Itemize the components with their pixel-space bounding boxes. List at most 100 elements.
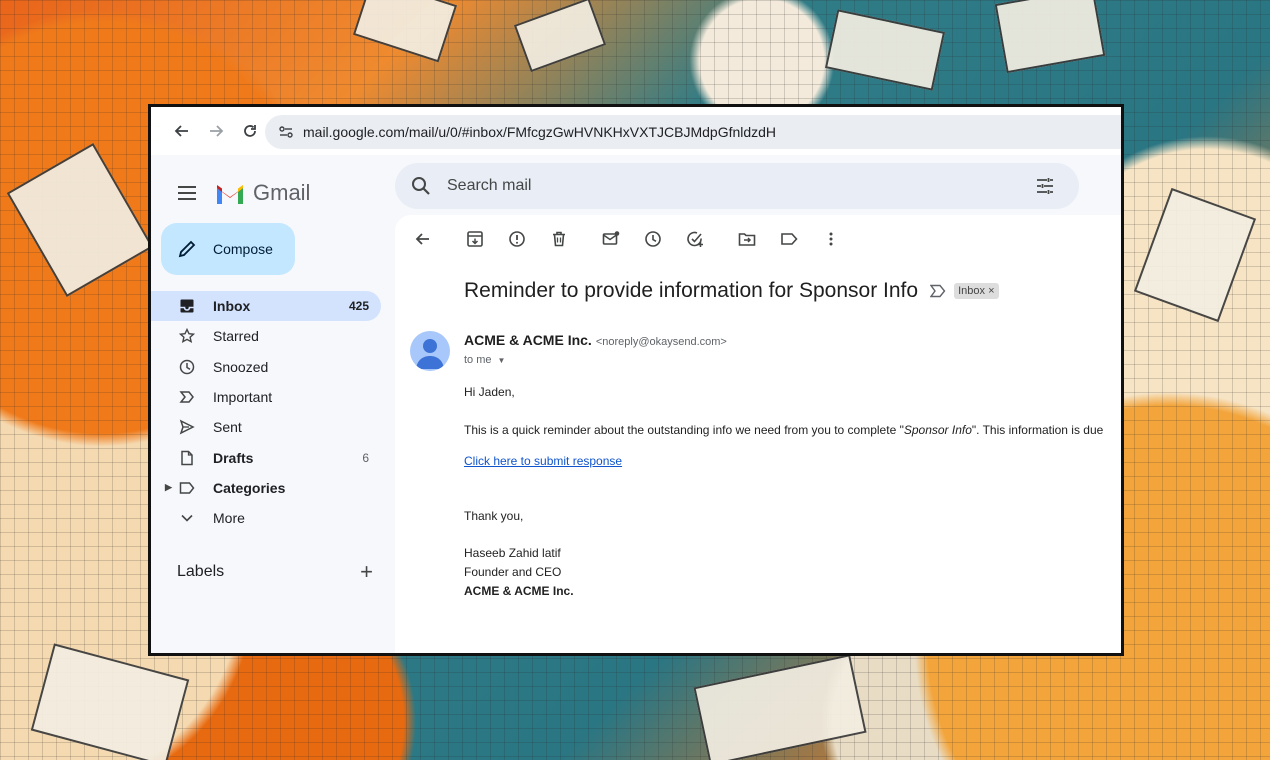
body-emphasis: Sponsor Info: [903, 423, 972, 437]
sidebar-item-snoozed[interactable]: Snoozed: [151, 352, 381, 382]
sidebar-item-categories[interactable]: ▶ Categories: [151, 473, 381, 503]
gmail-title: Gmail: [253, 180, 311, 205]
signature-name: Haseeb Zahid latif: [464, 546, 561, 560]
draft-icon: [177, 448, 197, 468]
snooze-button[interactable]: [635, 223, 671, 255]
more-vert-icon: [829, 232, 833, 246]
labels-button[interactable]: [771, 223, 807, 255]
back-button[interactable]: [165, 114, 199, 148]
background-paper: [352, 0, 458, 63]
background-paper: [693, 654, 867, 760]
person-icon: [416, 339, 444, 369]
sidebar: Gmail Compose Inbox 425 Starred Snoozed …: [151, 155, 395, 653]
background-paper: [994, 0, 1106, 74]
compose-label: Compose: [213, 241, 273, 257]
mail-unread-icon: [602, 231, 620, 245]
arrow-right-icon: [210, 125, 224, 137]
arrow-left-icon: [174, 125, 188, 137]
recipient-label: to me: [464, 354, 492, 366]
arrow-left-icon: [415, 233, 429, 245]
signature-title: Founder and CEO: [464, 565, 562, 579]
add-label-button[interactable]: +: [360, 559, 373, 585]
body-text: ". This information is due: [971, 423, 1104, 437]
dropdown-arrow-icon[interactable]: ▼: [498, 356, 506, 365]
subject-row: Reminder to provide information for Spon…: [464, 279, 999, 303]
message-pane: Reminder to provide information for Spon…: [395, 215, 1121, 653]
remove-label-icon[interactable]: ×: [988, 285, 994, 297]
important-icon: [177, 387, 197, 407]
background-paper: [6, 143, 154, 297]
main-menu-button[interactable]: [167, 173, 207, 213]
clock-icon: [177, 357, 197, 377]
sidebar-item-label: More: [213, 510, 245, 527]
sidebar-item-label: Important: [213, 389, 273, 406]
add-to-tasks-button[interactable]: [677, 223, 713, 255]
nav-list: Inbox 425 Starred Snoozed Important Sent…: [151, 291, 381, 533]
move-to-button[interactable]: [729, 223, 765, 255]
browser-window: mail.google.com/mail/u/0/#inbox/FMfcgzGw…: [148, 104, 1124, 656]
trash-icon: [553, 231, 565, 247]
inbox-label-chip[interactable]: Inbox ×: [954, 283, 999, 299]
url-text: mail.google.com/mail/u/0/#inbox/FMfcgzGw…: [303, 124, 777, 140]
important-marker-icon[interactable]: [930, 284, 946, 298]
send-icon: [177, 417, 197, 437]
message-toolbar: [405, 223, 855, 255]
report-spam-button[interactable]: [499, 223, 535, 255]
search-options-icon[interactable]: [1029, 170, 1061, 202]
chevron-down-icon: [177, 508, 197, 528]
sidebar-item-inbox[interactable]: Inbox 425: [151, 291, 381, 322]
address-bar[interactable]: mail.google.com/mail/u/0/#inbox/FMfcgzGw…: [265, 115, 1121, 149]
reload-button[interactable]: [233, 114, 267, 148]
background-paper: [30, 643, 190, 760]
sender-name[interactable]: ACME & ACME Inc.: [464, 332, 592, 348]
sidebar-item-label: Sent: [213, 419, 242, 436]
recipient-details[interactable]: to me ▼: [464, 354, 505, 366]
body-paragraph: This is a quick reminder about the outst…: [464, 423, 1103, 437]
chip-label: Inbox: [958, 285, 985, 297]
draft-count: 6: [362, 450, 369, 465]
gmail-logo[interactable]: Gmail: [215, 180, 310, 206]
expand-caret-icon[interactable]: ▶: [165, 482, 172, 493]
search-bar[interactable]: Search mail: [395, 163, 1079, 209]
inbox-icon: [177, 296, 197, 316]
labels-header: Labels: [177, 563, 225, 580]
sender-avatar[interactable]: [410, 331, 450, 371]
site-settings-icon[interactable]: [275, 121, 297, 143]
delete-button[interactable]: [541, 223, 577, 255]
signature-company: ACME & ACME Inc.: [464, 584, 574, 598]
closing: Thank you,: [464, 509, 524, 523]
mark-unread-button[interactable]: [593, 223, 629, 255]
submit-response-link[interactable]: Click here to submit response: [464, 454, 622, 468]
forward-button[interactable]: [199, 114, 233, 148]
archive-button[interactable]: [457, 223, 493, 255]
archive-icon: [467, 231, 483, 247]
back-to-inbox-button[interactable]: [405, 223, 441, 255]
labels-section: Labels +: [177, 559, 373, 585]
sidebar-item-sent[interactable]: Sent: [151, 412, 381, 442]
gmail-header: Gmail: [167, 173, 310, 213]
clock-icon: [645, 231, 661, 247]
more-options-button[interactable]: [813, 223, 849, 255]
star-icon: [177, 326, 197, 346]
reload-icon: [244, 125, 256, 137]
compose-button[interactable]: Compose: [161, 223, 295, 275]
sidebar-item-label: Snoozed: [213, 358, 269, 375]
report-icon: [509, 231, 525, 247]
sidebar-item-label: Drafts: [213, 449, 254, 466]
sidebar-item-starred[interactable]: Starred: [151, 321, 381, 351]
background-paper: [824, 9, 946, 91]
sidebar-item-important[interactable]: Important: [151, 382, 381, 412]
sidebar-item-more[interactable]: More: [151, 503, 381, 533]
hamburger-icon: [178, 186, 196, 200]
search-input[interactable]: Search mail: [447, 177, 1029, 195]
sidebar-item-label: Categories: [213, 479, 286, 496]
sender-email: <noreply@okaysend.com>: [595, 336, 727, 348]
greeting: Hi Jaden,: [464, 385, 515, 399]
sidebar-item-label: Starred: [213, 328, 259, 345]
search-icon[interactable]: [405, 170, 437, 202]
background-paper: [513, 0, 607, 73]
sidebar-item-label: Inbox: [213, 298, 251, 315]
gmail-logo-icon: [217, 185, 243, 204]
sidebar-item-drafts[interactable]: Drafts 6: [151, 442, 381, 472]
body-text: This is a quick reminder about the outst…: [464, 423, 904, 437]
